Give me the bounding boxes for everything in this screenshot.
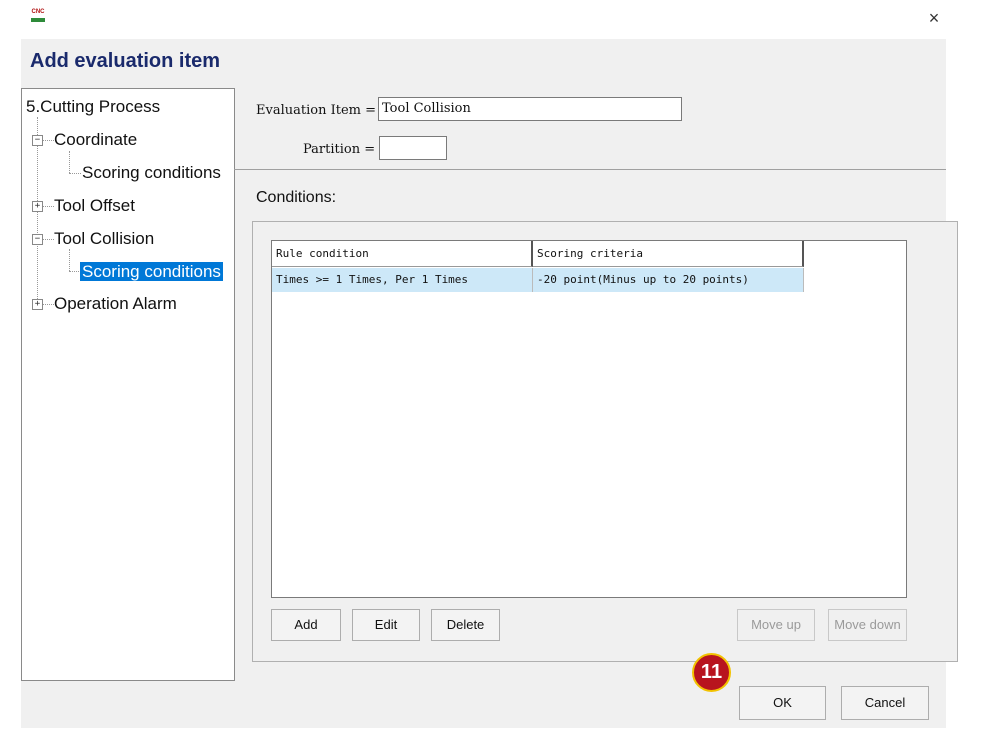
- tree-connector: [42, 206, 54, 207]
- tree-item-label: Scoring conditions: [82, 163, 221, 182]
- separator: [234, 169, 946, 170]
- ok-button[interactable]: OK: [739, 686, 826, 720]
- partition-input[interactable]: [379, 136, 447, 160]
- tree-item-label: Coordinate: [54, 130, 138, 149]
- column-header-scoring-criteria[interactable]: Scoring criteria: [533, 241, 804, 267]
- tree-item-label: Tool Offset: [54, 196, 135, 215]
- tree-item-tool-collision[interactable]: Tool Collision: [54, 227, 154, 251]
- column-header-rule-condition[interactable]: Rule condition: [272, 241, 533, 267]
- dialog-title: Add evaluation item: [30, 50, 221, 72]
- tree-item-tool-collision-scoring-conditions[interactable]: Scoring conditions: [80, 260, 223, 284]
- tree-connector: [69, 151, 70, 173]
- close-icon[interactable]: ×: [926, 9, 942, 27]
- cancel-button[interactable]: Cancel: [841, 686, 929, 720]
- add-button[interactable]: Add: [271, 609, 341, 641]
- move-up-button[interactable]: Move up: [737, 609, 815, 641]
- tree-item-operation-alarm[interactable]: Operation Alarm: [54, 292, 177, 316]
- tree-root-cutting-process[interactable]: 5.Cutting Process: [26, 95, 160, 119]
- tree-connector: [69, 173, 81, 174]
- partition-label: Partition =: [303, 142, 376, 157]
- expand-icon[interactable]: +: [32, 299, 43, 310]
- table-cell-rule[interactable]: Times >= 1 Times, Per 1 Times: [272, 268, 533, 292]
- step-number-badge: 11: [692, 653, 731, 692]
- evaluation-item-input[interactable]: Tool Collision: [378, 97, 682, 121]
- tree-connector: [42, 140, 54, 141]
- tree-connector: [69, 249, 70, 271]
- tree-item-label: Scoring conditions: [80, 262, 223, 281]
- collapse-icon[interactable]: −: [32, 135, 43, 146]
- app-icon: CNC: [29, 9, 47, 25]
- app-icon-bar: [31, 18, 45, 22]
- conditions-label: Conditions:: [256, 189, 337, 206]
- evaluation-item-label: Evaluation Item =: [256, 103, 376, 118]
- tree-item-label: Operation Alarm: [54, 294, 177, 313]
- collapse-icon[interactable]: −: [32, 234, 43, 245]
- tree-connector: [42, 304, 54, 305]
- edit-button[interactable]: Edit: [352, 609, 420, 641]
- tree-root-label: 5.Cutting Process: [26, 97, 161, 116]
- tree-item-tool-offset[interactable]: Tool Offset: [54, 194, 135, 218]
- delete-button[interactable]: Delete: [431, 609, 500, 641]
- expand-icon[interactable]: +: [32, 201, 43, 212]
- move-down-button[interactable]: Move down: [828, 609, 907, 641]
- category-tree[interactable]: 5.Cutting Process − Coordinate Scoring c…: [21, 88, 235, 681]
- tree-item-label: Tool Collision: [54, 229, 155, 248]
- tree-connector: [42, 239, 54, 240]
- tree-item-coordinate-scoring-conditions[interactable]: Scoring conditions: [82, 161, 221, 185]
- conditions-table[interactable]: Rule condition Scoring criteria Times >=…: [271, 240, 907, 598]
- table-cell-score[interactable]: -20 point(Minus up to 20 points): [533, 268, 804, 292]
- tree-item-coordinate[interactable]: Coordinate: [54, 128, 137, 152]
